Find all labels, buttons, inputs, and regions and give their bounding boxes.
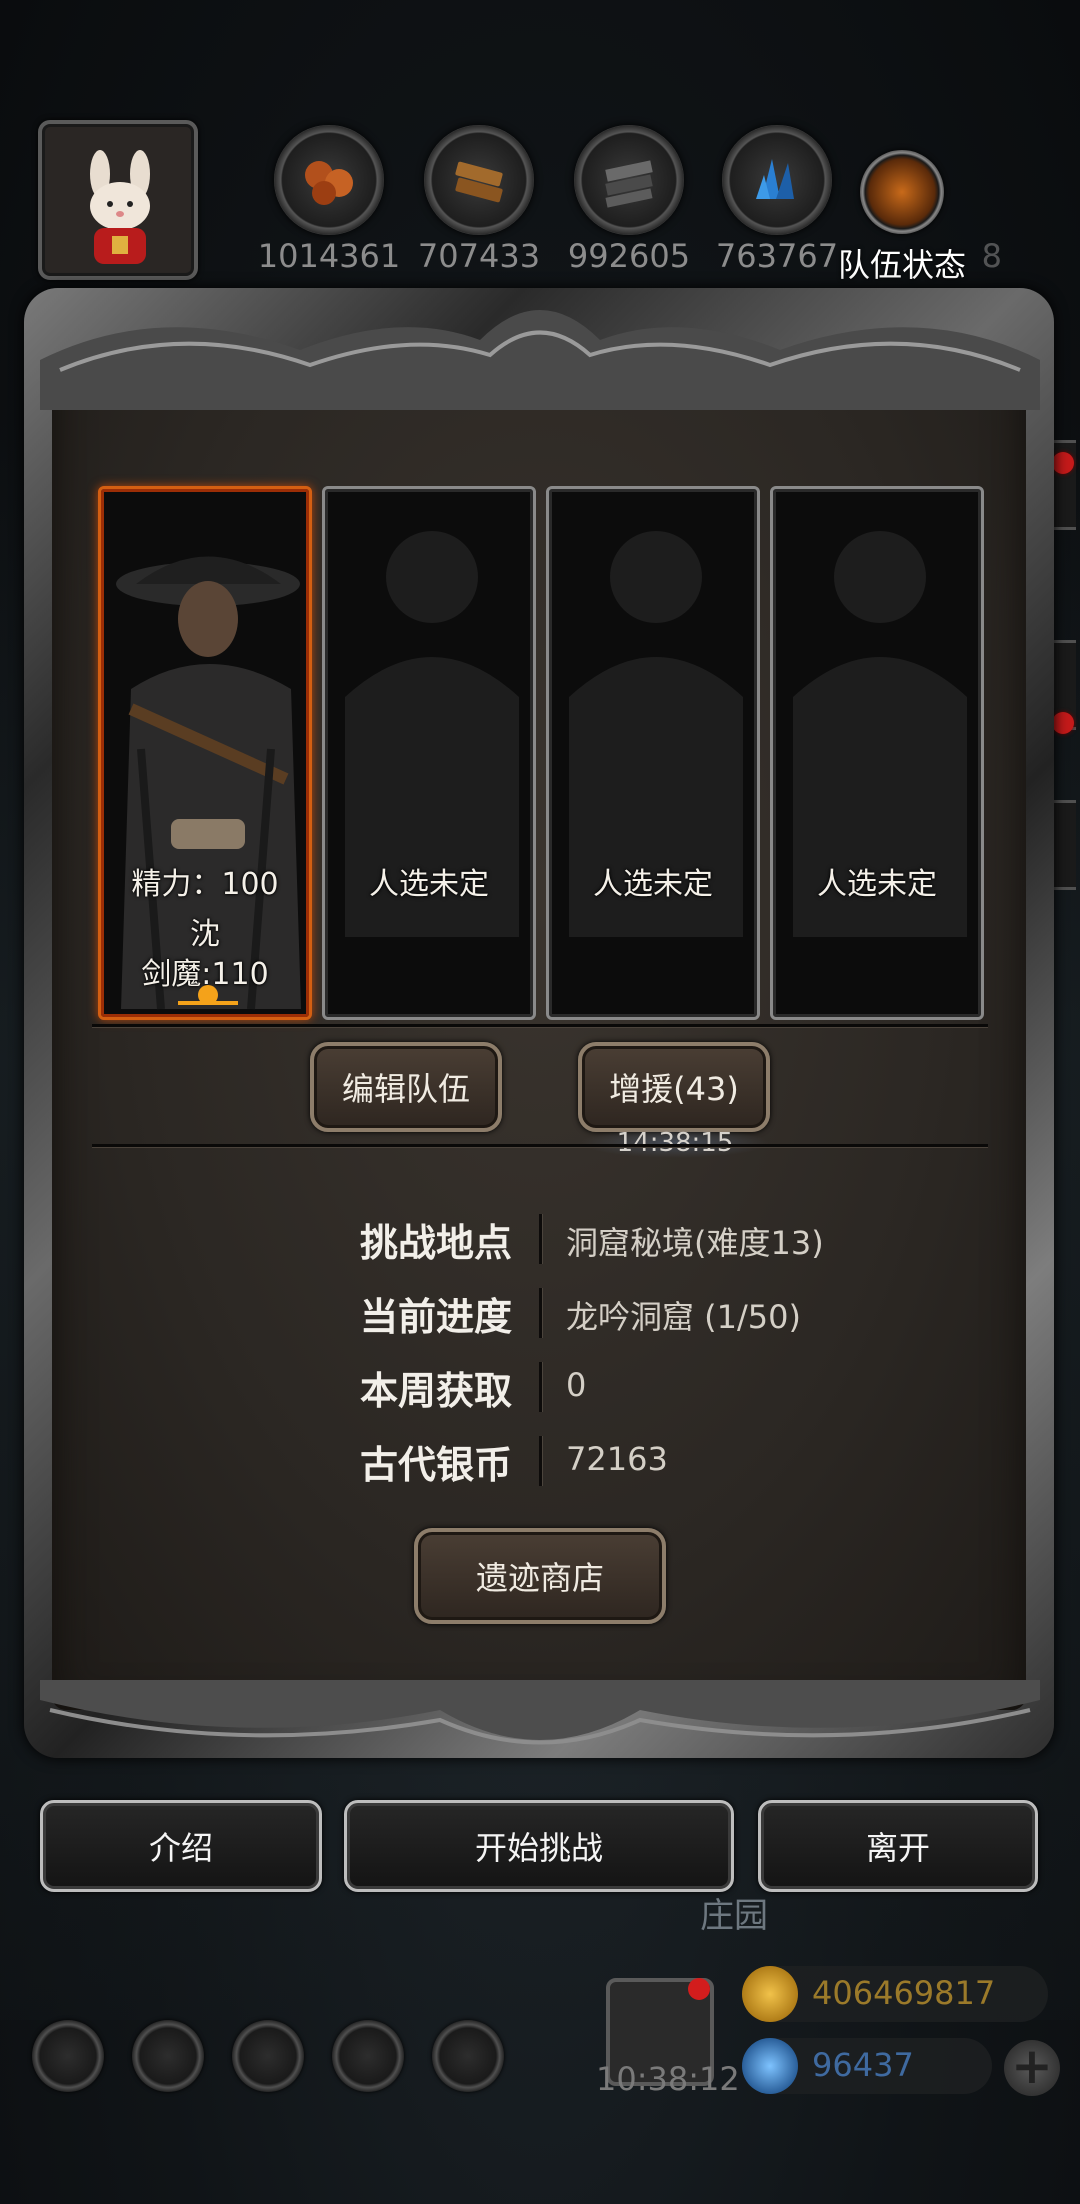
gem-icon <box>742 2038 798 2094</box>
gem-currency: 96437 <box>742 2038 992 2094</box>
resource-value: 707433 <box>417 237 541 275</box>
info-value: 72163 <box>566 1440 668 1478</box>
slot-empty-label: 人选未定 <box>817 867 937 902</box>
hero-slot-1[interactable]: 精力：100 沈 剑魔:110 <box>98 486 312 1020</box>
slot-empty-label: 人选未定 <box>593 867 713 902</box>
dragon-ornament-top <box>40 310 1040 410</box>
info-separator <box>539 1436 542 1486</box>
iron-icon <box>605 160 653 208</box>
hero-stamina: 精力：100 <box>131 867 279 902</box>
info-key: 本周获取 <box>359 1369 512 1413</box>
settings-icon[interactable] <box>32 2020 104 2092</box>
hero-surname: 沈 <box>190 917 220 952</box>
gold-value: 406469817 <box>812 1974 996 2012</box>
info-row-weekly: 本周获取 0 <box>0 1356 1080 1416</box>
reinforce-timer: 14:38:15 <box>580 1128 770 1158</box>
gem-value: 96437 <box>812 2046 914 2084</box>
sunburst-icon <box>178 985 238 1005</box>
bunny-avatar-icon <box>90 150 150 264</box>
team-status-icon[interactable] <box>860 150 944 234</box>
mail-icon[interactable] <box>332 2020 404 2092</box>
divider <box>92 1024 988 1027</box>
relic-shop-button[interactable]: 遗迹商店 <box>414 1528 666 1624</box>
info-separator <box>539 1288 542 1338</box>
resource-iron[interactable]: 992605 <box>568 125 690 275</box>
info-key: 挑战地点 <box>359 1221 512 1265</box>
hero-icon[interactable] <box>132 2020 204 2092</box>
start-challenge-button[interactable]: 开始挑战 <box>344 1800 734 1892</box>
info-value: 龙吟洞窟 (1/50) <box>566 1298 802 1336</box>
clock: 10:38:12 <box>596 2060 740 2098</box>
gold-coin-icon <box>742 1966 798 2022</box>
info-separator <box>539 1214 542 1264</box>
notification-dot <box>1052 712 1074 734</box>
info-key: 当前进度 <box>359 1295 512 1339</box>
resource-crystal[interactable]: 763767 <box>716 125 838 275</box>
resource-value: 763767 <box>715 237 839 275</box>
info-row-silver: 古代银币 72163 <box>0 1430 1080 1490</box>
intro-button[interactable]: 介绍 <box>40 1800 322 1892</box>
resource-value: 992605 <box>567 237 691 275</box>
gold-currency: 406469817 <box>742 1966 1048 2022</box>
dragon-ornament-bottom <box>40 1680 1040 1745</box>
reinforce-button[interactable]: 增援(43) <box>578 1042 770 1132</box>
info-separator <box>539 1362 542 1412</box>
estate-label: 庄园 <box>700 1896 768 1936</box>
divider <box>92 1144 988 1147</box>
info-row-progress: 当前进度 龙吟洞窟 (1/50) <box>0 1282 1080 1342</box>
slot-empty-label: 人选未定 <box>369 867 489 902</box>
edit-team-button[interactable]: 编辑队伍 <box>310 1042 502 1132</box>
resource-wood[interactable]: 707433 <box>418 125 540 275</box>
leave-button[interactable]: 离开 <box>758 1800 1038 1892</box>
resource-value: 1014361 <box>257 237 401 275</box>
player-avatar[interactable] <box>38 120 198 280</box>
notification-dot <box>688 1978 710 2000</box>
hero-slot-2[interactable]: 人选未定 <box>322 486 536 1020</box>
info-value: 0 <box>566 1366 587 1404</box>
map-icon[interactable] <box>232 2020 304 2092</box>
add-currency-button[interactable]: + <box>1004 2040 1060 2096</box>
meat-icon <box>305 161 353 205</box>
hero-slot-3[interactable]: 人选未定 <box>546 486 760 1020</box>
info-key: 古代银币 <box>359 1443 512 1487</box>
box-icon[interactable] <box>432 2020 504 2092</box>
info-value: 洞窟秘境(难度13) <box>566 1224 824 1262</box>
resource-meat[interactable]: 1014361 <box>258 125 400 275</box>
hero-slot-4[interactable]: 人选未定 <box>770 486 984 1020</box>
crystal-icon <box>756 159 794 199</box>
notification-dot <box>1052 452 1074 474</box>
wood-icon <box>455 161 503 203</box>
info-row-location: 挑战地点 洞窟秘境(难度13) <box>0 1208 1080 1268</box>
